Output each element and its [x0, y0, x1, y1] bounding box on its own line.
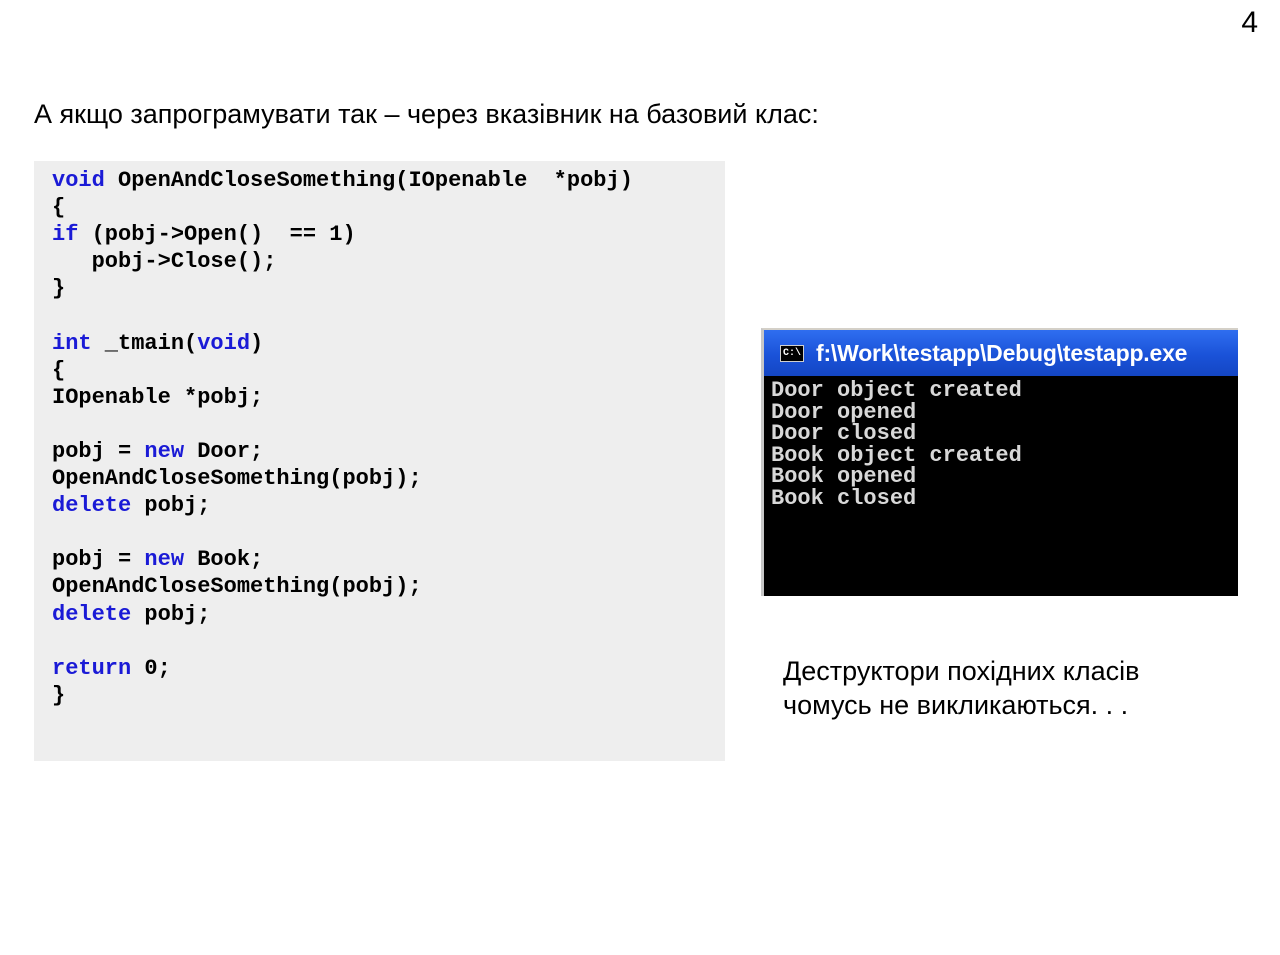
code-text: pobj; — [131, 601, 211, 627]
code-line: delete pobj; — [52, 492, 725, 519]
code-text: 0; — [131, 655, 171, 681]
code-line: } — [52, 682, 725, 709]
code-keyword: int — [52, 330, 92, 356]
code-text: Door; — [184, 438, 264, 464]
code-text: } — [52, 682, 66, 708]
code-panel: void OpenAndCloseSomething(IOpenable *po… — [34, 161, 725, 761]
code-text: pobj->Close(); — [52, 249, 277, 275]
code-line: { — [52, 357, 725, 384]
code-line: pobj = new Door; — [52, 438, 725, 465]
code-line: delete pobj; — [52, 601, 725, 628]
code-text: Book; — [184, 547, 264, 573]
console-output-line: Book object created — [771, 442, 1022, 468]
code-text: { — [52, 357, 66, 383]
code-keyword: void — [52, 168, 105, 193]
code-line: return 0; — [52, 655, 725, 682]
console-output-line: Door opened — [771, 399, 917, 425]
console-title: f:\Work\testapp\Debug\testapp.exe — [816, 339, 1188, 366]
code-keyword: void — [197, 330, 251, 356]
slide-number: 4 — [1241, 6, 1258, 39]
code-line: } — [52, 275, 725, 302]
code-text: OpenAndCloseSomething(pobj); — [52, 574, 422, 600]
note-line-2: чомусь не викликаються. . . — [783, 690, 1129, 720]
code-keyword: delete — [52, 493, 132, 519]
code-text: pobj = — [52, 547, 145, 573]
code-line: pobj = new Book; — [52, 546, 725, 573]
code-line: if (pobj->Open() == 1) — [52, 221, 725, 248]
console-titlebar[interactable]: C:\ f:\Work\testapp\Debug\testapp.exe — [764, 330, 1238, 376]
code-text: OpenAndCloseSomething(pobj); — [52, 466, 422, 492]
console-output: Door object created Door opened Door close… — [764, 376, 1238, 510]
console-output-line: Book closed — [771, 485, 917, 511]
code-text: pobj; — [131, 493, 211, 519]
cmd-icon: C:\ — [780, 344, 804, 362]
code-line: int _tmain(void) — [52, 330, 725, 357]
code-text: _tmain( — [91, 330, 198, 356]
code-text: (pobj->Open() == 1) — [78, 222, 356, 248]
code-keyword: new — [144, 438, 185, 464]
code-text: } — [52, 276, 66, 302]
code-keyword: return — [52, 655, 132, 681]
code-line: OpenAndCloseSomething(pobj); — [52, 465, 725, 492]
code-line: IOpenable *pobj; — [52, 384, 725, 411]
console-output-line: Door closed — [771, 421, 917, 447]
note-line-1: Деструктори похідних класів — [783, 656, 1140, 686]
code-text: OpenAndCloseSomething(IOpenable *pobj) — [104, 168, 633, 193]
code-line: { — [52, 194, 725, 221]
code-text: pobj = — [52, 438, 145, 464]
note-text: Деструктори похідних класів чомусь не ви… — [783, 654, 1139, 722]
code-block: void OpenAndCloseSomething(IOpenable *po… — [52, 167, 725, 709]
console-window: C:\ f:\Work\testapp\Debug\testapp.exe Do… — [761, 328, 1238, 596]
slide-heading: А якщо запрограмувати так – через вказів… — [34, 99, 819, 129]
code-text: ) — [250, 330, 264, 356]
code-line: OpenAndCloseSomething(pobj); — [52, 573, 725, 600]
code-keyword: if — [52, 222, 79, 248]
console-output-line: Book opened — [771, 464, 917, 490]
code-text: { — [52, 195, 66, 221]
code-line: pobj->Close(); — [52, 248, 725, 275]
code-keyword: new — [144, 547, 185, 573]
console-output-line: Door object created — [771, 378, 1022, 403]
code-text: IOpenable *pobj; — [52, 384, 264, 410]
code-line: void OpenAndCloseSomething(IOpenable *po… — [52, 167, 725, 194]
code-keyword: delete — [52, 601, 132, 627]
